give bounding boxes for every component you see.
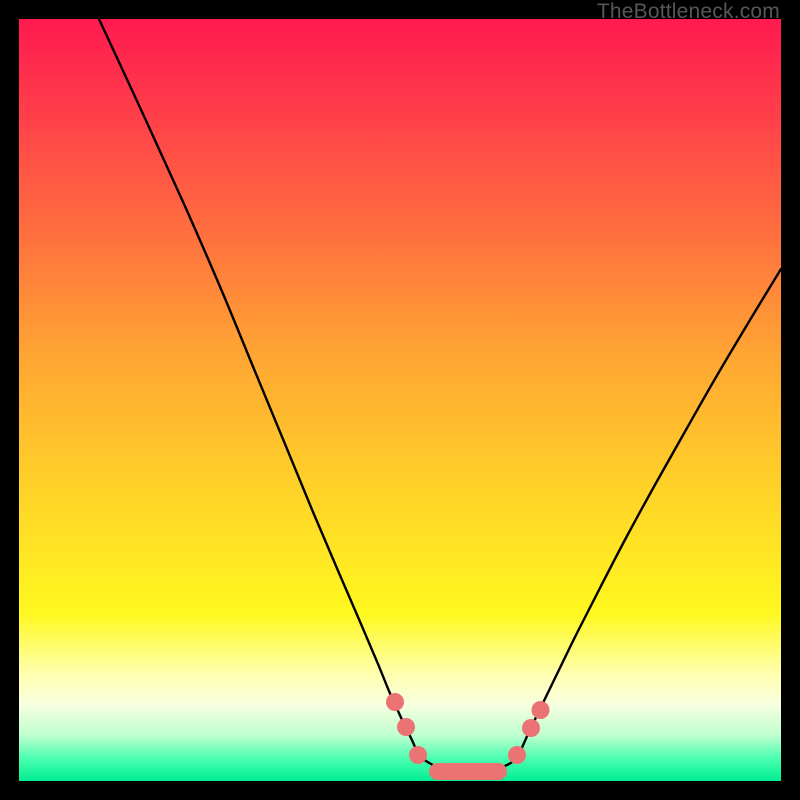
node-marker-5 xyxy=(532,701,550,719)
chart-frame xyxy=(19,19,781,781)
chart-svg xyxy=(19,19,781,781)
right-curve xyxy=(519,269,781,755)
curve-lines xyxy=(99,19,781,772)
node-marker-2 xyxy=(409,746,427,764)
node-marker-1 xyxy=(397,718,415,736)
left-curve xyxy=(99,19,418,755)
valley-flat-bar xyxy=(429,763,507,780)
node-marker-0 xyxy=(386,693,404,711)
watermark-text: TheBottleneck.com xyxy=(597,0,780,24)
node-marker-3 xyxy=(508,746,526,764)
node-marker-4 xyxy=(522,719,540,737)
